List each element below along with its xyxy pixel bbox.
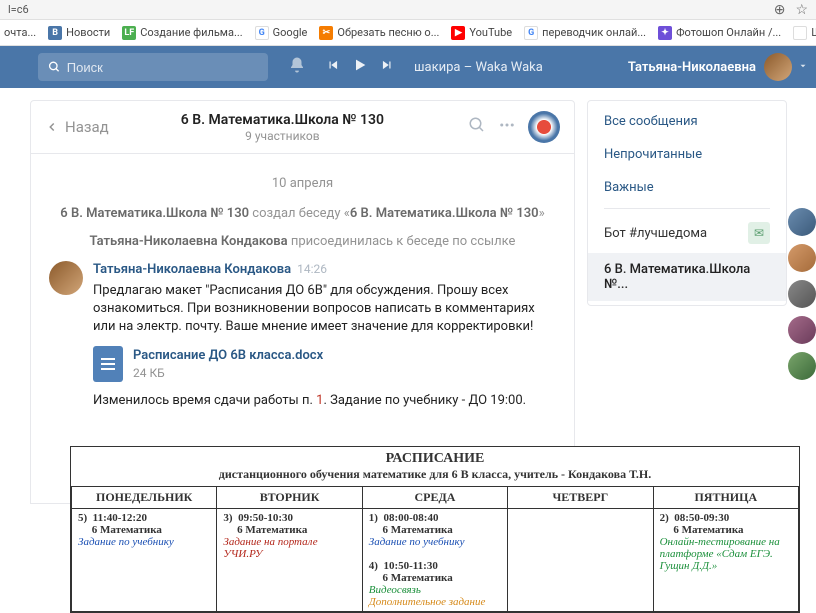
- date-separator: 10 апреля: [49, 176, 556, 191]
- schedule-cell: 5) 11:40-12:20 6 Математика Задание по у…: [72, 509, 217, 612]
- avatar[interactable]: [788, 352, 816, 380]
- chat-header: Назад 6 В. Математика.Школа № 130 9 учас…: [30, 100, 575, 154]
- next-track-icon[interactable]: [380, 58, 394, 76]
- divider: [604, 208, 770, 209]
- back-button[interactable]: Назад: [45, 118, 109, 136]
- document-icon: [93, 346, 123, 382]
- message-time: 14:26: [297, 262, 327, 276]
- schedule-document: РАСПИСАНИЕ дистанционного обучения матем…: [70, 446, 800, 613]
- bookmark-item[interactable]: ▶YouTube: [451, 26, 512, 40]
- schedule-cell: 2) 08:50-09:30 6 Математика Онлайн-тести…: [653, 509, 798, 612]
- day-header: СРЕДА: [362, 487, 507, 509]
- day-header: ПОНЕДЕЛЬНИК: [72, 487, 217, 509]
- sidebar: Все сообщения Непрочитанные Важные Бот #…: [587, 100, 787, 306]
- bookmark-item[interactable]: ✂Обрезать песню о...: [319, 26, 439, 40]
- username[interactable]: Татьяна-Николаевна: [628, 60, 756, 75]
- prev-track-icon[interactable]: [326, 58, 340, 76]
- sidebar-item-all[interactable]: Все сообщения: [588, 105, 786, 138]
- avatar[interactable]: [788, 244, 816, 272]
- day-header: ВТОРНИК: [217, 487, 362, 509]
- message: Татьяна-Николаевна Кондакова 14:26 Предла…: [49, 261, 556, 410]
- star-icon[interactable]: ☆: [795, 2, 808, 18]
- bookmark-item[interactable]: Gпереводчик онлай...: [524, 26, 646, 40]
- avatar[interactable]: [788, 316, 816, 344]
- schedule-cell: [508, 509, 653, 612]
- message-text: Изменилось время сдачи работы п. 1. Зада…: [93, 392, 556, 410]
- more-icon[interactable]: [498, 116, 516, 138]
- chevron-left-icon: [45, 120, 59, 134]
- bookmark-item[interactable]: BНовости: [48, 26, 110, 40]
- browser-address-bar: l=c6 ⊕ ☆: [0, 0, 816, 20]
- chat-title: 6 В. Математика.Школа № 130: [109, 112, 456, 128]
- music-player: шакира – Waka Waka: [326, 57, 543, 77]
- schedule-cell: 1) 08:00-08:40 6 Математика Задание по у…: [362, 509, 507, 612]
- schedule-table: ПОНЕДЕЛЬНИК ВТОРНИК СРЕДА ЧЕТВЕРГ ПЯТНИЦ…: [71, 486, 799, 612]
- sidebar-item-chat[interactable]: 6 В. Математика.Школа №...: [588, 253, 786, 301]
- chat-avatar[interactable]: [528, 111, 560, 143]
- sidebar-item-bot[interactable]: Бот #лучшедома ✉: [588, 213, 786, 253]
- user-avatar[interactable]: [764, 53, 792, 81]
- search-chat-icon[interactable]: [468, 116, 486, 138]
- chat-subtitle: 9 участников: [109, 129, 456, 143]
- day-header: ПЯТНИЦА: [653, 487, 798, 509]
- sidebar-item-label: Бот #лучшедома: [604, 226, 707, 241]
- back-label: Назад: [65, 118, 109, 136]
- attachment-size: 24 КБ: [133, 365, 323, 382]
- bookmark-item[interactable]: GGoogle: [255, 26, 308, 40]
- notifications-icon[interactable]: [288, 56, 306, 78]
- sidebar-item-important[interactable]: Важные: [588, 171, 786, 204]
- bookmark-item[interactable]: очта...: [4, 26, 36, 39]
- sidebar-item-unread[interactable]: Непрочитанные: [588, 138, 786, 171]
- avatar-column: [788, 208, 816, 380]
- bookmark-item[interactable]: ⊕Школьная планета...: [793, 26, 816, 40]
- attachment[interactable]: Расписание ДО 6В класса.docx 24 КБ: [93, 346, 556, 382]
- message-avatar[interactable]: [49, 261, 83, 295]
- day-header: ЧЕТВЕРГ: [508, 487, 653, 509]
- system-message: 6 В. Математика.Школа № 130 создал бесед…: [49, 205, 556, 223]
- search-input[interactable]: [67, 60, 258, 75]
- system-message: Татьяна-Николаевна Кондакова присоединил…: [49, 233, 556, 251]
- schedule-title: РАСПИСАНИЕ: [71, 447, 799, 467]
- bot-icon: ✉: [748, 222, 770, 244]
- zoom-icon[interactable]: ⊕: [774, 2, 786, 18]
- attachment-name: Расписание ДО 6В класса.docx: [133, 347, 323, 365]
- vk-header: шакира – Waka Waka Татьяна-Николаевна: [0, 46, 816, 88]
- play-icon[interactable]: [352, 57, 368, 77]
- track-title[interactable]: шакира – Waka Waka: [414, 60, 543, 75]
- bookmark-item[interactable]: ✦Фотошоп Онлайн /...: [658, 26, 781, 40]
- url-fragment[interactable]: l=c6: [8, 3, 764, 16]
- message-author[interactable]: Татьяна-Николаевна Кондакова: [93, 262, 291, 277]
- schedule-subtitle: дистанционного обучения математике для 6…: [71, 467, 799, 486]
- message-text: Предлагаю макет "Расписания ДО 6В" для о…: [93, 282, 556, 337]
- bookmark-item[interactable]: LFСоздание фильма...: [122, 26, 242, 40]
- schedule-cell: 3) 09:50-10:30 6 Математика Задание на п…: [217, 509, 362, 612]
- search-box[interactable]: [38, 53, 268, 81]
- search-icon: [48, 60, 61, 74]
- bookmarks-bar: очта... BНовости LFСоздание фильма... GG…: [0, 20, 816, 46]
- chevron-down-icon[interactable]: [798, 60, 808, 75]
- avatar[interactable]: [788, 208, 816, 236]
- avatar[interactable]: [788, 280, 816, 308]
